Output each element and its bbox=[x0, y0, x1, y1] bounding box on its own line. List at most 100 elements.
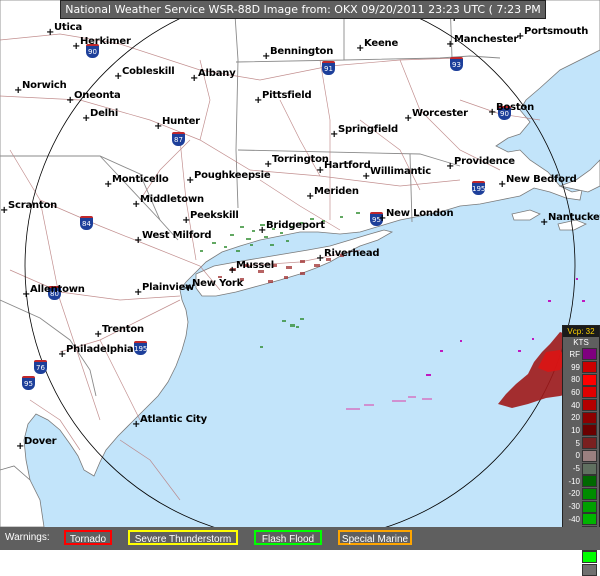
city-marker: + bbox=[330, 129, 339, 140]
legend-swatch bbox=[582, 500, 597, 513]
legend-value: 60 bbox=[571, 387, 580, 397]
city-label: Philadelphia bbox=[66, 344, 134, 355]
city-label: Allentown bbox=[30, 284, 85, 295]
city-marker: + bbox=[498, 179, 507, 190]
city-label: Poughkeepsie bbox=[194, 170, 271, 181]
city-marker: + bbox=[488, 107, 497, 118]
legend-swatch bbox=[582, 373, 597, 386]
legend-swatch bbox=[582, 399, 597, 412]
city-label: Worcester bbox=[412, 108, 468, 119]
city-marker: + bbox=[516, 31, 525, 42]
city-marker: + bbox=[46, 27, 55, 38]
legend-value: ND bbox=[568, 565, 580, 575]
city-marker: + bbox=[58, 349, 67, 360]
city-label: Norwich bbox=[22, 80, 67, 91]
interstate-shield-icon: 195 bbox=[134, 341, 147, 355]
city-marker: + bbox=[132, 199, 141, 210]
city-marker: + bbox=[362, 171, 371, 182]
city-label: Bennington bbox=[270, 46, 334, 57]
legend-row: -10 bbox=[563, 475, 599, 488]
city-marker: + bbox=[446, 39, 455, 50]
city-marker: + bbox=[16, 441, 25, 452]
radar-map-frame: 90 91 93 87 84 95 195 80 195 76 95 90 + Utica + Herkim… bbox=[0, 0, 600, 550]
interstate-shield-icon: 91 bbox=[322, 61, 335, 75]
interstate-shield-icon: 195 bbox=[472, 181, 485, 195]
city-marker: + bbox=[316, 165, 325, 176]
city-label: Dover bbox=[24, 436, 57, 447]
city-label: Herkimer bbox=[80, 36, 131, 47]
city-marker: + bbox=[114, 71, 123, 82]
legend-swatch bbox=[582, 361, 597, 374]
legend-row: 40 bbox=[563, 399, 599, 412]
city-marker: + bbox=[184, 283, 193, 294]
legend-row: -40 bbox=[563, 513, 599, 526]
city-label: Willimantic bbox=[370, 166, 431, 177]
city-marker: + bbox=[22, 289, 31, 300]
legend-swatch bbox=[582, 449, 597, 462]
legend-row: ND bbox=[563, 564, 599, 576]
legend-row: -20 bbox=[563, 487, 599, 501]
legend-row: -30 bbox=[563, 500, 599, 513]
city-label: Pittsfield bbox=[262, 90, 312, 101]
city-marker: + bbox=[378, 213, 387, 224]
city-marker: + bbox=[356, 43, 365, 54]
interstate-shield-icon: 87 bbox=[172, 132, 185, 146]
tornado-warning-toggle[interactable]: Tornado bbox=[64, 530, 112, 545]
vcp-label: Vcp: 32 bbox=[563, 326, 599, 337]
velocity-legend: Vcp: 32 KTS RF 99 80 60 40 20 10 5 0 -5 -10 -20 -30 -… bbox=[562, 325, 600, 576]
city-label: Atlantic City bbox=[140, 414, 207, 425]
city-marker: + bbox=[0, 205, 9, 216]
legend-swatch bbox=[582, 475, 597, 488]
city-label: Meriden bbox=[314, 186, 359, 197]
legend-swatch bbox=[582, 487, 597, 500]
city-marker: + bbox=[154, 121, 163, 132]
city-marker: + bbox=[306, 191, 315, 202]
city-marker: + bbox=[316, 253, 325, 264]
city-label: Torrington bbox=[272, 154, 329, 165]
legend-value: -20 bbox=[568, 489, 580, 499]
legend-swatch bbox=[582, 424, 597, 437]
legend-value: -99 bbox=[568, 552, 580, 562]
city-label: Utica bbox=[54, 22, 83, 33]
radar-map bbox=[0, 0, 600, 542]
city-label: New Bedford bbox=[506, 174, 577, 185]
legend-row: 80 bbox=[563, 373, 599, 386]
special-marine-warning-toggle[interactable]: Special Marine bbox=[338, 530, 412, 545]
legend-swatch bbox=[582, 564, 597, 576]
city-marker: + bbox=[66, 95, 75, 106]
city-label: Mussel bbox=[236, 260, 274, 271]
legend-row: 5 bbox=[563, 437, 599, 450]
city-label: Keene bbox=[364, 38, 399, 49]
city-label: Peekskill bbox=[190, 210, 239, 221]
legend-row: 20 bbox=[563, 411, 599, 424]
legend-row: 0 bbox=[563, 449, 599, 463]
city-label: Middletown bbox=[140, 194, 204, 205]
legend-value: 10 bbox=[571, 425, 580, 435]
legend-value: 99 bbox=[571, 362, 580, 372]
city-label: Hartford bbox=[324, 160, 371, 171]
city-marker: + bbox=[540, 217, 549, 228]
legend-value: 40 bbox=[571, 400, 580, 410]
city-label: Cobleskill bbox=[122, 66, 175, 77]
city-label: Manchester bbox=[454, 34, 519, 45]
city-label: Hunter bbox=[162, 116, 200, 127]
city-marker: + bbox=[254, 95, 263, 106]
city-marker: + bbox=[82, 113, 91, 124]
interstate-shield-icon: 84 bbox=[80, 216, 93, 230]
city-label: Boston bbox=[496, 102, 535, 113]
legend-swatch bbox=[582, 348, 597, 361]
city-marker: + bbox=[72, 41, 81, 52]
warnings-bar: Warnings: Tornado Severe Thunderstorm Fl… bbox=[0, 527, 600, 550]
city-marker: + bbox=[104, 179, 113, 190]
severe-thunderstorm-warning-toggle[interactable]: Severe Thunderstorm bbox=[128, 530, 238, 545]
city-label: West Milford bbox=[142, 230, 212, 241]
city-label: Oneonta bbox=[74, 90, 121, 101]
legend-swatch bbox=[582, 437, 597, 450]
city-label: Riverhead bbox=[324, 248, 380, 259]
flash-flood-warning-toggle[interactable]: Flash Flood bbox=[254, 530, 322, 545]
city-marker: + bbox=[132, 419, 141, 430]
city-marker: + bbox=[134, 235, 143, 246]
legend-swatch bbox=[582, 551, 597, 564]
city-marker: + bbox=[94, 329, 103, 340]
city-label: Monticello bbox=[112, 174, 169, 185]
